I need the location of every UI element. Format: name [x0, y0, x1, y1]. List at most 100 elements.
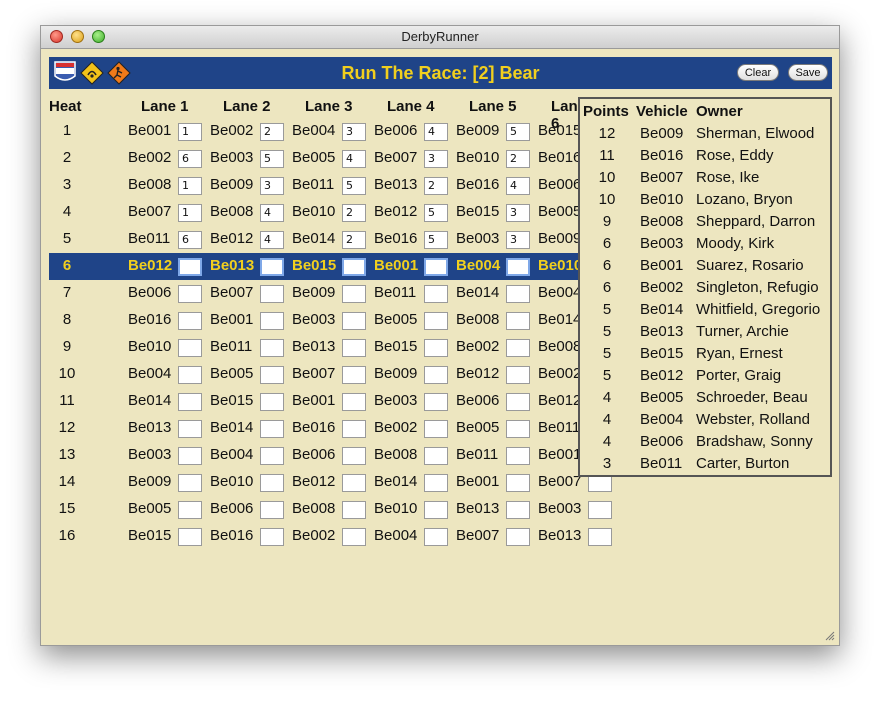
place-input[interactable] — [424, 447, 448, 465]
place-input[interactable]: 6 — [178, 150, 202, 168]
place-input[interactable]: 3 — [506, 204, 530, 222]
place-input[interactable]: 1 — [178, 204, 202, 222]
place-input[interactable]: 3 — [260, 177, 284, 195]
place-input[interactable] — [178, 393, 202, 411]
place-input[interactable] — [588, 501, 612, 519]
place-input[interactable] — [178, 501, 202, 519]
heat-row[interactable]: 8 Be016 Be001 Be003 Be005 Be008 Be014 — [49, 307, 612, 334]
place-input[interactable]: 2 — [342, 231, 366, 249]
heat-row[interactable]: 4Be0071Be0084Be0102Be0125Be0153Be0056 — [49, 199, 612, 226]
place-input[interactable]: 2 — [260, 123, 284, 141]
place-input[interactable] — [178, 312, 202, 330]
place-input[interactable] — [506, 258, 530, 276]
place-input[interactable] — [178, 447, 202, 465]
place-input[interactable] — [260, 339, 284, 357]
heat-row[interactable]: 12 Be013 Be014 Be016 Be002 Be005 Be011 — [49, 415, 612, 442]
heat-row[interactable]: 10 Be004 Be005 Be007 Be009 Be012 Be002 — [49, 361, 612, 388]
place-input[interactable] — [260, 312, 284, 330]
place-input[interactable] — [424, 393, 448, 411]
place-input[interactable] — [506, 420, 530, 438]
heat-row[interactable]: 9 Be010 Be011 Be013 Be015 Be002 Be008 — [49, 334, 612, 361]
place-input[interactable]: 4 — [424, 123, 448, 141]
place-input[interactable] — [506, 366, 530, 384]
place-input[interactable]: 3 — [424, 150, 448, 168]
place-input[interactable] — [178, 420, 202, 438]
place-input[interactable] — [260, 420, 284, 438]
place-input[interactable] — [260, 474, 284, 492]
place-input[interactable] — [260, 501, 284, 519]
place-input[interactable]: 3 — [342, 123, 366, 141]
place-input[interactable] — [506, 393, 530, 411]
place-input[interactable] — [342, 501, 366, 519]
place-input[interactable]: 4 — [342, 150, 366, 168]
place-input[interactable]: 5 — [506, 123, 530, 141]
place-input[interactable] — [260, 528, 284, 546]
place-input[interactable]: 2 — [424, 177, 448, 195]
place-input[interactable] — [342, 393, 366, 411]
place-input[interactable] — [342, 366, 366, 384]
title-bar[interactable]: DerbyRunner — [41, 26, 839, 49]
heat-row[interactable]: 3Be0081Be0093Be0115Be0132Be0164Be0066 — [49, 172, 612, 199]
place-input[interactable] — [506, 528, 530, 546]
place-input[interactable]: 5 — [424, 204, 448, 222]
place-input[interactable] — [260, 393, 284, 411]
place-input[interactable]: 4 — [260, 204, 284, 222]
heat-row[interactable]: 16 Be015 Be016 Be002 Be004 Be007 Be013 — [49, 523, 612, 550]
place-input[interactable] — [588, 528, 612, 546]
heat-row[interactable]: 11 Be014 Be015 Be001 Be003 Be006 Be012 — [49, 388, 612, 415]
place-input[interactable]: 5 — [424, 231, 448, 249]
place-input[interactable] — [342, 474, 366, 492]
place-input[interactable] — [178, 474, 202, 492]
place-input[interactable] — [260, 366, 284, 384]
place-input[interactable] — [342, 285, 366, 303]
place-input[interactable] — [342, 312, 366, 330]
place-input[interactable] — [424, 501, 448, 519]
place-input[interactable] — [506, 474, 530, 492]
place-input[interactable] — [506, 285, 530, 303]
place-input[interactable] — [506, 501, 530, 519]
heat-row[interactable]: 2Be0026Be0035Be0054Be0073Be0102Be0161 — [49, 145, 612, 172]
place-input[interactable] — [342, 447, 366, 465]
place-input[interactable] — [424, 366, 448, 384]
place-input[interactable] — [178, 366, 202, 384]
place-input[interactable]: 5 — [260, 150, 284, 168]
place-input[interactable] — [424, 420, 448, 438]
place-input[interactable] — [506, 339, 530, 357]
place-input[interactable]: 2 — [506, 150, 530, 168]
place-input[interactable]: 1 — [178, 177, 202, 195]
place-input[interactable]: 6 — [178, 231, 202, 249]
place-input[interactable] — [424, 258, 448, 276]
place-input[interactable]: 1 — [178, 123, 202, 141]
place-input[interactable]: 3 — [506, 231, 530, 249]
save-button[interactable]: Save — [788, 64, 828, 81]
place-input[interactable]: 4 — [506, 177, 530, 195]
place-input[interactable] — [424, 312, 448, 330]
clear-button[interactable]: Clear — [737, 64, 779, 81]
heat-row[interactable]: 7 Be006 Be007 Be009 Be011 Be014 Be004 — [49, 280, 612, 307]
heat-row-selected[interactable]: 6 Be012 Be013 Be015 Be001 Be004 Be010 — [49, 253, 612, 280]
heat-row[interactable]: 1Be0011Be0022Be0043Be0064Be0095Be0156 — [49, 118, 612, 145]
heat-row[interactable]: 14 Be009 Be010 Be012 Be014 Be001 Be007 — [49, 469, 612, 496]
place-input[interactable] — [424, 339, 448, 357]
place-input[interactable]: 4 — [260, 231, 284, 249]
place-input[interactable] — [178, 285, 202, 303]
place-input[interactable] — [424, 474, 448, 492]
place-input[interactable] — [342, 339, 366, 357]
place-input[interactable] — [424, 285, 448, 303]
place-input[interactable] — [260, 285, 284, 303]
heat-row[interactable]: 5Be0116Be0124Be0142Be0165Be0033Be0091 — [49, 226, 612, 253]
place-input[interactable]: 5 — [342, 177, 366, 195]
place-input[interactable] — [342, 420, 366, 438]
place-input[interactable] — [178, 528, 202, 546]
place-input[interactable] — [424, 528, 448, 546]
place-input[interactable] — [260, 447, 284, 465]
place-input[interactable] — [506, 312, 530, 330]
place-input[interactable] — [342, 528, 366, 546]
place-input[interactable] — [178, 258, 202, 276]
resize-grip-icon[interactable] — [825, 631, 835, 641]
place-input[interactable]: 2 — [342, 204, 366, 222]
place-input[interactable] — [342, 258, 366, 276]
heat-row[interactable]: 15 Be005 Be006 Be008 Be010 Be013 Be003 — [49, 496, 612, 523]
place-input[interactable] — [506, 447, 530, 465]
heat-row[interactable]: 13 Be003 Be004 Be006 Be008 Be011 Be001 — [49, 442, 612, 469]
